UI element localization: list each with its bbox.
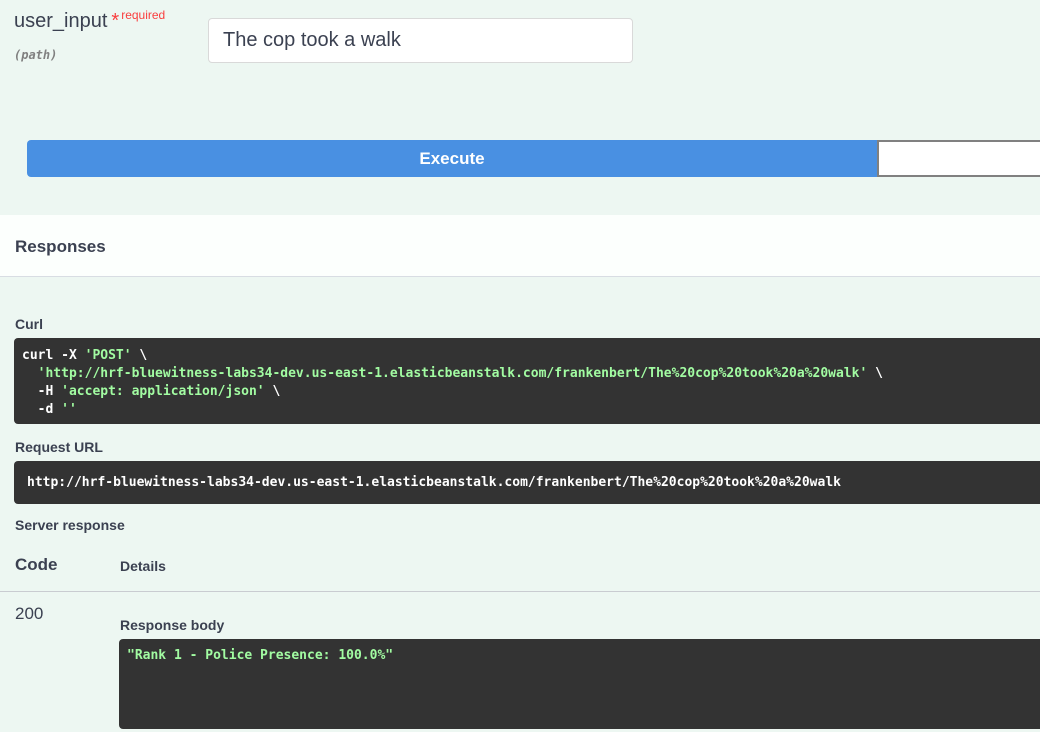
response-body-label: Response body xyxy=(120,617,225,633)
details-column-header: Details xyxy=(120,558,166,574)
request-url-block[interactable]: http://hrf-bluewitness-labs34-dev.us-eas… xyxy=(14,461,1040,504)
curl-header-value: 'accept: application/json' xyxy=(61,384,265,399)
response-status-code: 200 xyxy=(15,604,44,623)
required-star: * xyxy=(111,10,120,32)
request-url-label: Request URL xyxy=(15,439,103,455)
curl-data-value: '' xyxy=(61,402,77,417)
table-divider xyxy=(0,591,1040,592)
required-label: required xyxy=(121,8,166,22)
curl-command: curl -X xyxy=(22,348,85,363)
curl-code-block[interactable]: curl -X 'POST' \ 'http://hrf-bluewitness… xyxy=(14,338,1040,424)
curl-header-flag: -H xyxy=(22,384,62,399)
curl-data-flag: -d xyxy=(22,402,62,417)
response-body-block[interactable]: "Rank 1 - Police Presence: 100.0%" xyxy=(119,639,1040,729)
curl-url: 'http://hrf-bluewitness-labs34-dev.us-ea… xyxy=(37,366,868,381)
code-column-header: Code xyxy=(15,555,58,574)
clear-button[interactable] xyxy=(877,140,1040,177)
execute-button[interactable]: Execute xyxy=(27,140,877,177)
user-input-field[interactable] xyxy=(208,18,633,63)
server-response-label: Server response xyxy=(15,517,125,533)
curl-line-continuation: \ xyxy=(264,384,281,399)
parameter-name: user_input xyxy=(14,10,108,32)
curl-indent xyxy=(22,366,38,381)
curl-method: 'POST' xyxy=(84,348,132,363)
responses-header: Responses xyxy=(0,215,1040,277)
parameter-location: (path) xyxy=(14,48,58,62)
curl-line-continuation: \ xyxy=(131,348,148,363)
curl-line-continuation: \ xyxy=(867,366,883,381)
responses-title: Responses xyxy=(15,237,106,256)
parameter-row: user_input * required xyxy=(14,8,166,33)
curl-label: Curl xyxy=(15,316,43,332)
